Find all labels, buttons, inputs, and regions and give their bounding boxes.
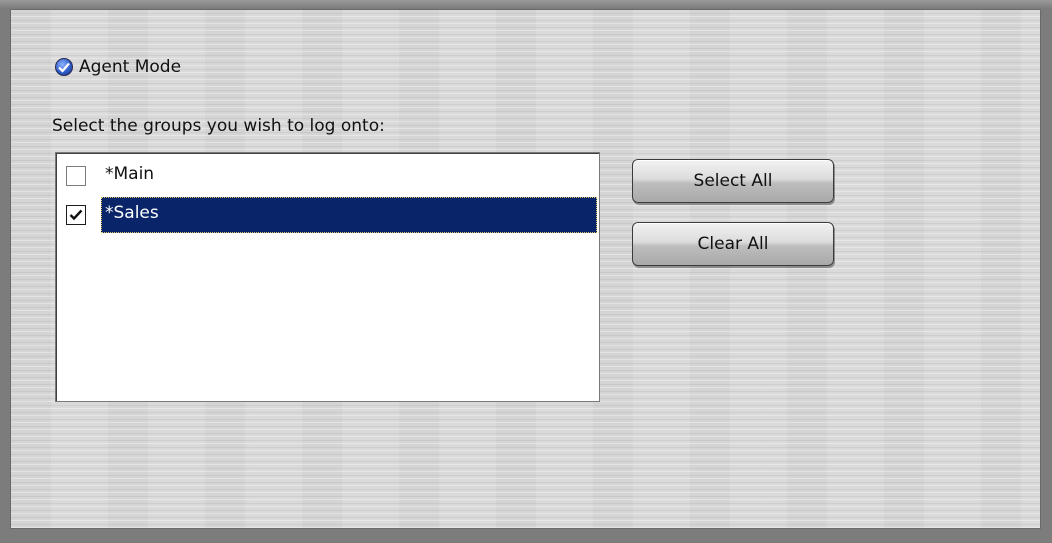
group-label-sales: *Sales (101, 197, 597, 233)
top-border (0, 0, 1052, 8)
window-frame: Agent Mode Select the groups you wish to… (0, 0, 1052, 543)
instructions-label: Select the groups you wish to log onto: (52, 116, 385, 136)
select-all-button[interactable]: Select All (632, 159, 834, 203)
agent-mode-label: Agent Mode (79, 57, 182, 77)
clear-all-button[interactable]: Clear All (632, 222, 834, 266)
checkmark-icon (69, 209, 83, 221)
list-item-main[interactable]: *Main (63, 157, 597, 195)
groups-listbox[interactable]: *Main *Sales (55, 152, 600, 402)
radio-checked-icon[interactable] (55, 58, 73, 76)
list-item-sales[interactable]: *Sales (63, 196, 597, 234)
checkbox-unchecked[interactable] (66, 166, 86, 186)
checkbox-checked[interactable] (66, 205, 86, 225)
agent-mode-option[interactable]: Agent Mode (55, 55, 181, 79)
group-label-main: *Main (105, 164, 155, 184)
